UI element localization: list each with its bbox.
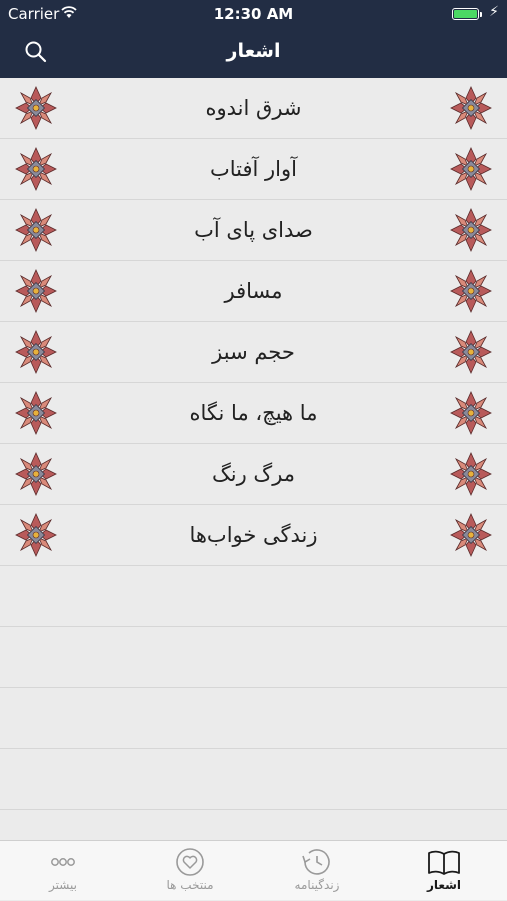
tab-more[interactable]: بیشتر (0, 841, 126, 901)
battery-icon (452, 8, 479, 20)
ornament-icon (14, 390, 58, 436)
navigation-bar: اشعار (0, 28, 507, 78)
open-book-icon (428, 850, 460, 875)
tab-favorites[interactable]: منتخب ها (127, 841, 253, 901)
tab-biography[interactable]: زندگینامه (254, 841, 380, 901)
ornament-icon (14, 85, 58, 131)
poem-title: مسافر (224, 279, 283, 303)
ornament-icon (449, 451, 493, 497)
ornament-icon (14, 451, 58, 497)
ornament-icon (449, 146, 493, 192)
ornament-icon (449, 85, 493, 131)
poem-title: حجم سبز (212, 340, 295, 364)
list-item[interactable]: مسافر (0, 261, 507, 322)
ornament-icon (14, 268, 58, 314)
clock-history-icon (302, 849, 330, 875)
status-time: 12:30 AM (213, 5, 294, 23)
ornament-icon (14, 146, 58, 192)
empty-row (0, 749, 507, 810)
tab-label: اشعار (426, 878, 462, 892)
battery-cap (480, 12, 482, 17)
poem-list: شرق اندوه آوار آفتاب صدای پای آب مسافر ح… (0, 78, 507, 810)
tab-label: منتخب ها (166, 878, 214, 892)
list-item[interactable]: حجم سبز (0, 322, 507, 383)
poem-title: آوار آفتاب (209, 157, 297, 181)
more-dots-icon (51, 858, 75, 866)
heart-circle-icon (176, 848, 204, 876)
ornament-icon (449, 268, 493, 314)
ornament-icon (14, 512, 58, 558)
tab-bar: بیشتر منتخب ها زندگینامه اشعار (0, 840, 507, 900)
poem-title: ما هیچ، ما نگاه (189, 401, 318, 425)
empty-row (0, 566, 507, 627)
ornament-icon (449, 207, 493, 253)
tab-label: بیشتر (49, 878, 77, 892)
empty-row (0, 627, 507, 688)
ornament-icon (449, 390, 493, 436)
list-item[interactable]: آوار آفتاب (0, 139, 507, 200)
poem-title: زندگی خواب‌ها (189, 523, 318, 547)
ornament-icon (14, 329, 58, 375)
list-item[interactable]: مرگ رنگ (0, 444, 507, 505)
status-bar: Carrier 12:30 AM ⚡ (0, 0, 507, 28)
poem-title: مرگ رنگ (211, 462, 296, 486)
poem-title: صدای پای آب (194, 218, 313, 242)
list-item[interactable]: شرق اندوه (0, 78, 507, 139)
ornament-icon (449, 512, 493, 558)
list-item[interactable]: صدای پای آب (0, 200, 507, 261)
tab-poems[interactable]: اشعار (381, 841, 507, 901)
charging-icon: ⚡ (489, 4, 499, 20)
poem-title: شرق اندوه (205, 96, 302, 120)
empty-row (0, 688, 507, 749)
list-item[interactable]: زندگی خواب‌ها (0, 505, 507, 566)
page-title: اشعار (226, 40, 281, 62)
ornament-icon (14, 207, 58, 253)
ornament-icon (449, 329, 493, 375)
list-item[interactable]: ما هیچ، ما نگاه (0, 383, 507, 444)
tab-label: زندگینامه (294, 878, 340, 892)
